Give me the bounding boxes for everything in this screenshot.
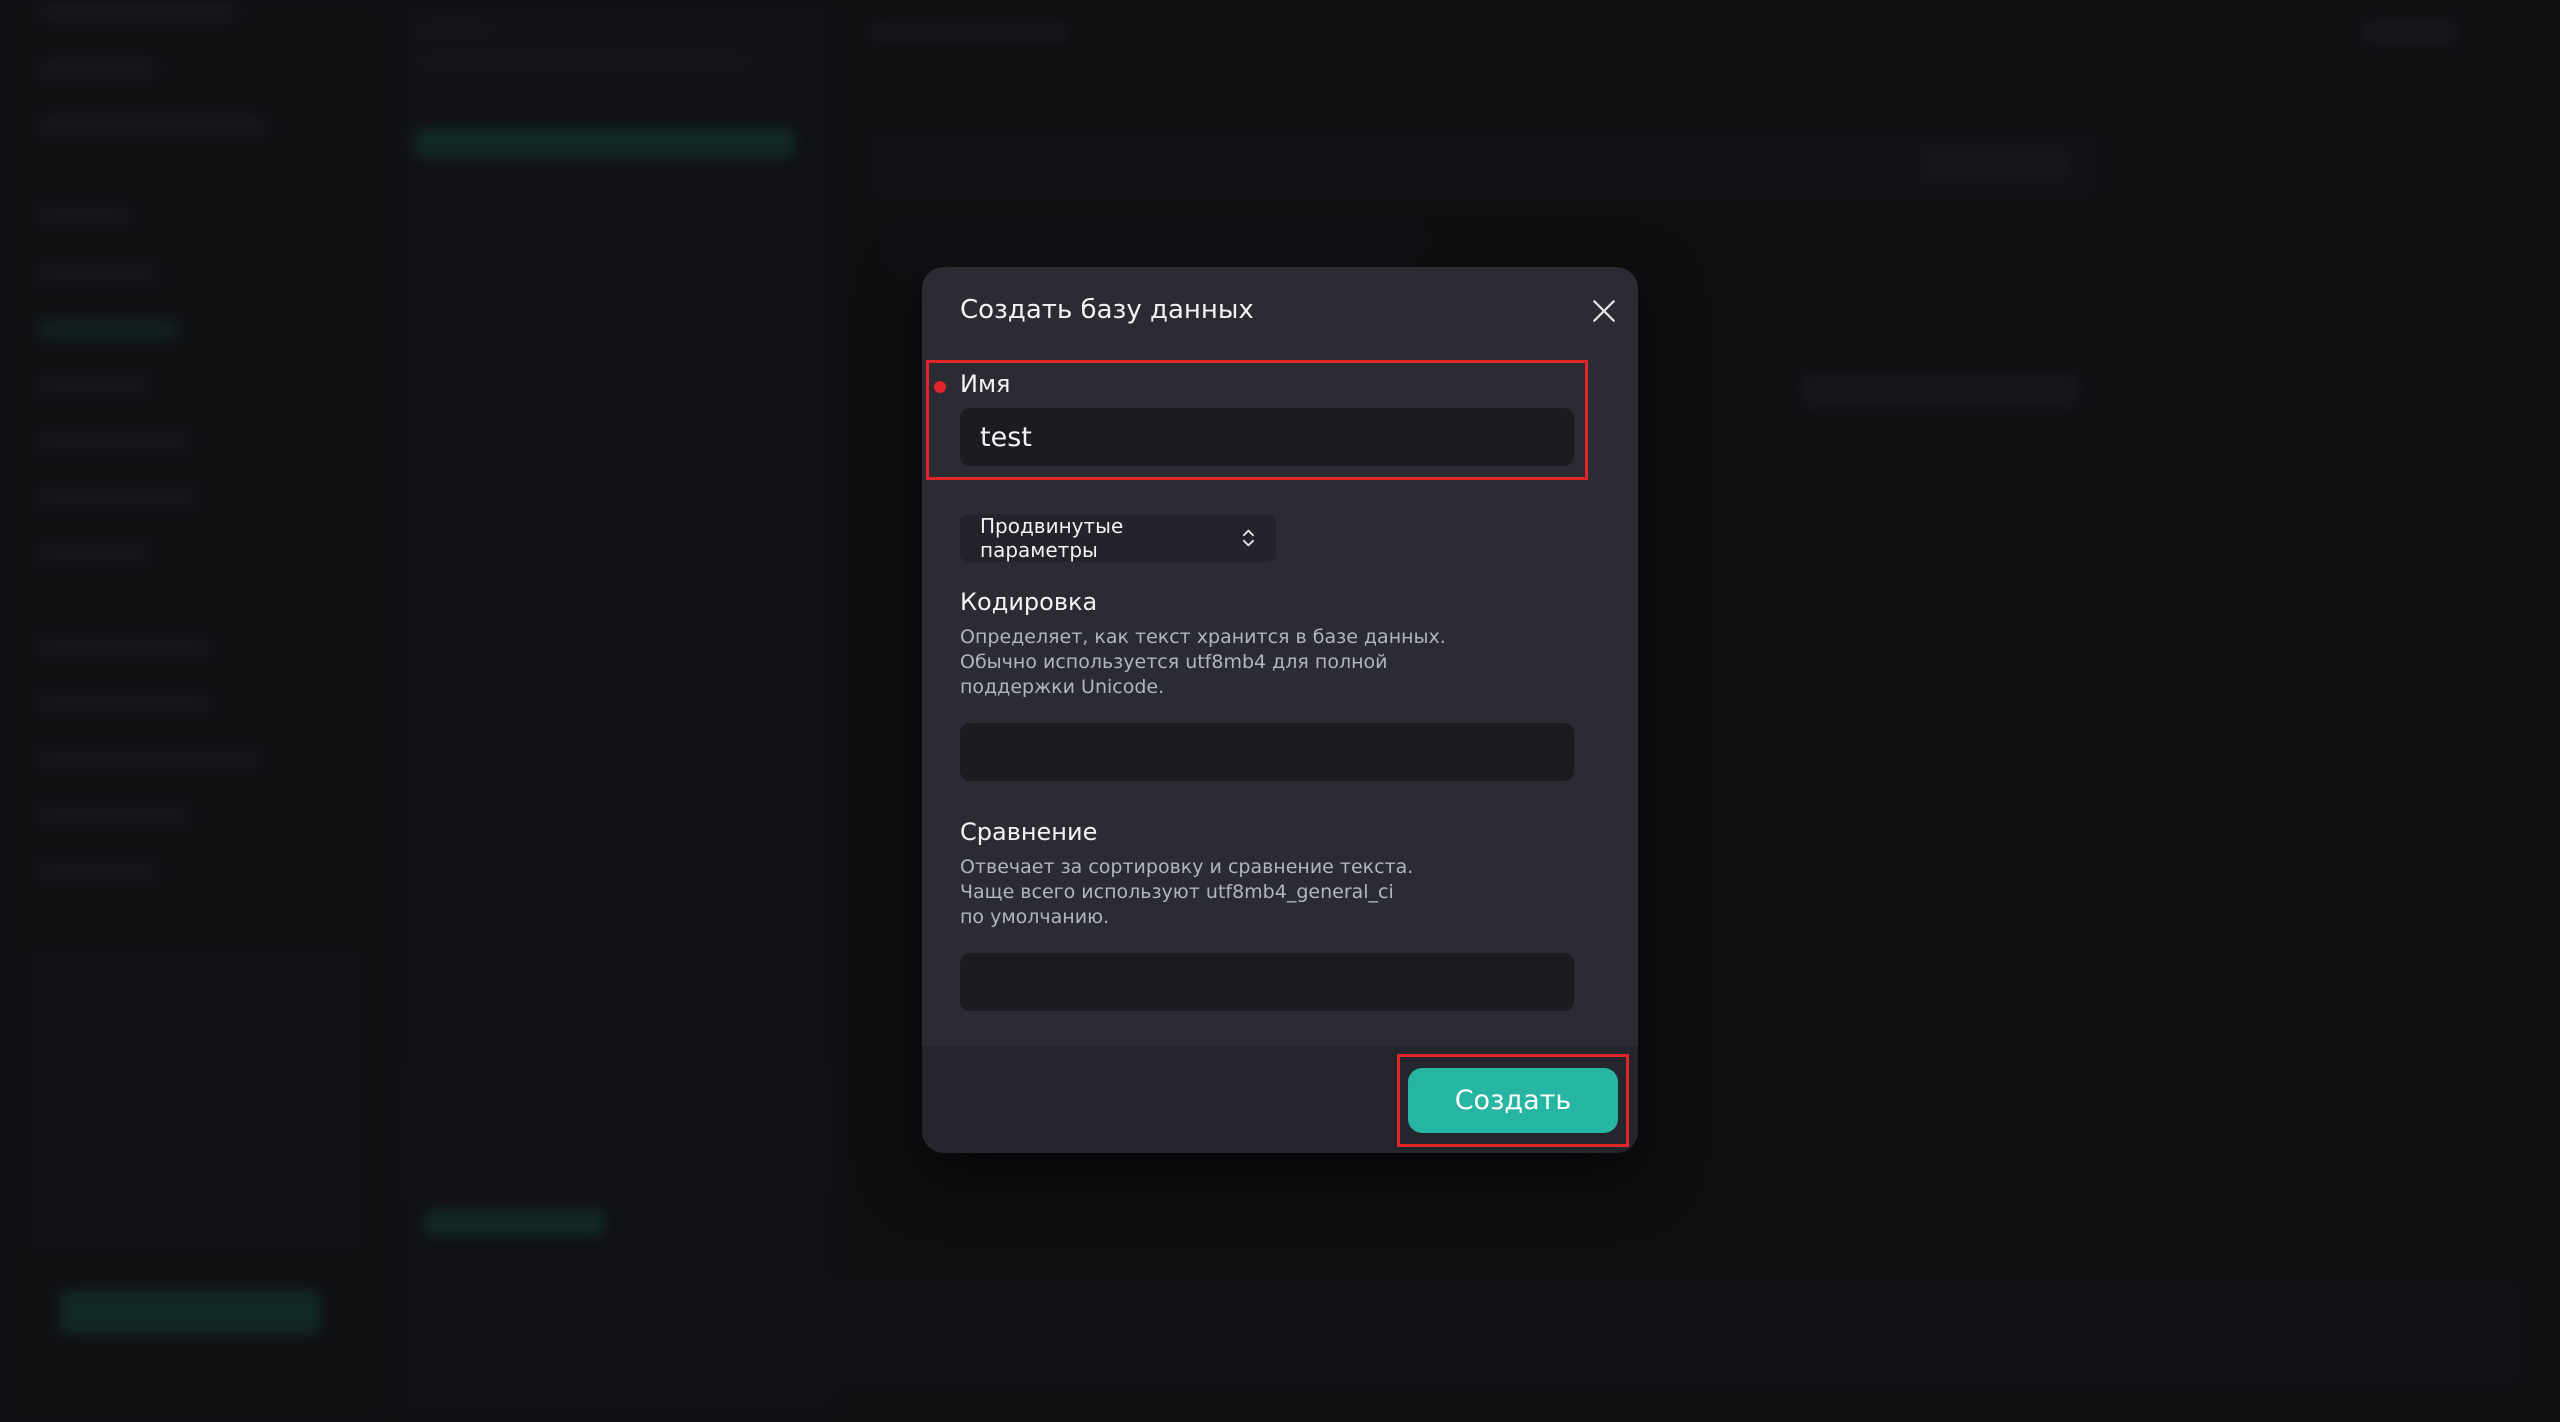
modal-title: Создать базу данных — [960, 295, 1254, 325]
create-database-modal: Создать базу данных — [922, 267, 1638, 1153]
close-button[interactable] — [1582, 289, 1626, 333]
name-label: Имя — [960, 370, 1011, 398]
advanced-parameters-label: Продвинутые параметры — [980, 514, 1124, 562]
collation-description: Отвечает за сортировку и сравнение текст… — [960, 856, 1414, 928]
collation-title: Сравнение — [960, 818, 1098, 846]
required-indicator — [934, 381, 946, 393]
advanced-parameters-toggle[interactable]: Продвинутые параметры — [960, 514, 1276, 562]
encoding-description: Определяет, как текст хранится в базе да… — [960, 626, 1446, 698]
name-input[interactable] — [960, 408, 1574, 466]
chevron-up-down-icon — [1243, 529, 1255, 547]
close-icon — [1593, 300, 1615, 322]
create-button[interactable]: Создать — [1408, 1068, 1618, 1133]
collation-input[interactable] — [960, 953, 1574, 1011]
encoding-title: Кодировка — [960, 588, 1098, 616]
encoding-input[interactable] — [960, 723, 1574, 781]
